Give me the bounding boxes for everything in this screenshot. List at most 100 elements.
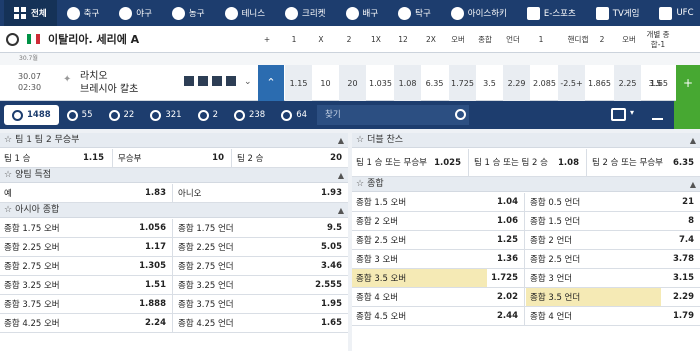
bet-slip-button[interactable] bbox=[674, 101, 700, 129]
list-icon[interactable] bbox=[198, 76, 208, 86]
section-header[interactable]: ☆ 양팀 득점 ▲ bbox=[0, 168, 348, 183]
collapse-icon[interactable]: ▲ bbox=[690, 177, 696, 192]
market-label[interactable]: 종합 0.5 언더 bbox=[526, 193, 661, 211]
fixture-teams[interactable]: 라치오 브레시아 칼초 bbox=[80, 70, 138, 96]
collapse-button[interactable]: ⌃ bbox=[258, 65, 284, 101]
field-icon[interactable] bbox=[212, 76, 222, 86]
odds-value[interactable]: 9.5 bbox=[309, 219, 348, 237]
odds-value[interactable]: 2.29 bbox=[661, 288, 700, 306]
market-label[interactable]: 종합 3.5 언더 bbox=[526, 288, 661, 306]
market-label[interactable]: 종합 3.25 오버 bbox=[0, 276, 135, 294]
sport-tab-5[interactable]: 크리켓 bbox=[275, 0, 335, 26]
market-filter-5[interactable]: 238 bbox=[226, 109, 273, 121]
odds-value[interactable]: 1.305 bbox=[135, 257, 172, 275]
pin-panel-icon[interactable] bbox=[652, 109, 663, 120]
market-label[interactable]: 종합 3 오버 bbox=[352, 250, 487, 268]
market-label[interactable]: 종합 1.75 언더 bbox=[174, 219, 309, 237]
star-icon[interactable]: ☆ bbox=[356, 135, 364, 145]
market-label[interactable]: 팀 1 승 bbox=[0, 149, 80, 167]
odds-cell[interactable]: -2.5+ bbox=[558, 65, 585, 101]
market-label[interactable]: 종합 4.5 오버 bbox=[352, 307, 487, 325]
market-label[interactable]: 팀 1 승 또는 무승부 bbox=[352, 149, 432, 176]
market-label[interactable]: 종합 2.25 오버 bbox=[0, 238, 135, 256]
odds-value[interactable]: 20 bbox=[315, 149, 348, 167]
market-label[interactable]: 종합 4 언더 bbox=[526, 307, 661, 325]
odds-value[interactable]: 2.24 bbox=[135, 314, 172, 332]
collapse-icon[interactable]: ▲ bbox=[690, 133, 696, 148]
odds-value[interactable]: 1.04 bbox=[487, 193, 524, 211]
collapse-icon[interactable]: ▲ bbox=[338, 203, 344, 218]
sport-tab-1[interactable]: 축구 bbox=[57, 0, 110, 26]
sport-tab-9[interactable]: E-스포츠 bbox=[517, 0, 586, 26]
pin-icon[interactable]: ✦ bbox=[63, 74, 71, 85]
market-label[interactable]: 팀 2 승 또는 무승부 bbox=[588, 149, 668, 176]
odds-value[interactable]: 3.78 bbox=[661, 250, 700, 268]
market-label[interactable]: 종합 3 언더 bbox=[526, 269, 661, 287]
sport-tab-6[interactable]: 배구 bbox=[336, 0, 389, 26]
odds-value[interactable]: 2.02 bbox=[487, 288, 524, 306]
market-filter-3[interactable]: 321 bbox=[142, 109, 189, 121]
league-title[interactable]: 이탈리아. 세리에 A bbox=[48, 31, 139, 47]
odds-value[interactable]: 7.4 bbox=[661, 231, 700, 249]
market-label[interactable]: 아니오 bbox=[174, 184, 309, 202]
market-label[interactable]: 종합 2.75 오버 bbox=[0, 257, 135, 275]
odds-cell[interactable]: 3.5 bbox=[476, 65, 503, 101]
market-label[interactable]: 팀 1 승 또는 팀 2 승 bbox=[470, 149, 550, 176]
market-label[interactable]: 종합 2.75 언더 bbox=[174, 257, 309, 275]
odds-value[interactable]: 8 bbox=[661, 212, 700, 230]
market-label[interactable]: 종합 2 오버 bbox=[352, 212, 487, 230]
odds-value[interactable]: 10 bbox=[204, 149, 230, 167]
more-markets-button[interactable]: + bbox=[676, 65, 700, 101]
odds-value[interactable]: 1.95 bbox=[309, 295, 348, 313]
odds-cell[interactable]: 1.65 bbox=[644, 65, 674, 101]
odds-value[interactable]: 1.15 bbox=[80, 149, 110, 167]
odds-value[interactable]: 1.79 bbox=[661, 307, 700, 325]
sport-tab-0[interactable]: 전체 bbox=[4, 0, 57, 26]
market-label[interactable]: 종합 4 오버 bbox=[352, 288, 487, 306]
market-filter-1[interactable]: 55 bbox=[59, 109, 101, 121]
market-filter-0[interactable]: 1488 bbox=[4, 105, 59, 125]
odds-value[interactable]: 5.05 bbox=[309, 238, 348, 256]
market-label[interactable]: 종합 3.25 언더 bbox=[174, 276, 309, 294]
star-icon[interactable]: ☆ bbox=[4, 135, 12, 145]
odds-value[interactable]: 3.15 bbox=[661, 269, 700, 287]
odds-cell[interactable]: 1.725 bbox=[449, 65, 476, 101]
odds-cell[interactable]: 10 bbox=[312, 65, 339, 101]
market-filter-2[interactable]: 22 bbox=[101, 109, 143, 121]
sport-tab-8[interactable]: 아이스하키 bbox=[441, 0, 517, 26]
odds-value[interactable]: 1.08 bbox=[550, 149, 585, 176]
market-label[interactable]: 종합 2.25 언더 bbox=[174, 238, 309, 256]
odds-value[interactable]: 2.44 bbox=[487, 307, 524, 325]
odds-value[interactable]: 1.888 bbox=[135, 295, 172, 313]
odds-value[interactable]: 1.93 bbox=[309, 184, 348, 202]
market-label[interactable]: 종합 1.75 오버 bbox=[0, 219, 135, 237]
collapse-icon[interactable]: ▲ bbox=[338, 168, 344, 183]
market-label[interactable]: 종합 4.25 오버 bbox=[0, 314, 135, 332]
star-icon[interactable]: ☆ bbox=[4, 205, 12, 215]
odds-cell[interactable]: 2.085 bbox=[531, 65, 558, 101]
market-label[interactable]: 종합 3.5 오버 bbox=[352, 269, 487, 287]
search-input[interactable]: 찾기 bbox=[317, 105, 469, 125]
sport-tab-7[interactable]: 탁구 bbox=[388, 0, 441, 26]
market-label[interactable]: 종합 2.5 언더 bbox=[526, 250, 661, 268]
fixture-row[interactable]: 30.07 02:30 ✦ 라치오 브레시아 칼초 ⌄ ⌃ + 1.15 10 20… bbox=[0, 65, 700, 101]
market-label[interactable]: 종합 3.75 언더 bbox=[174, 295, 309, 313]
view-mode-icon[interactable] bbox=[611, 108, 626, 121]
market-label[interactable]: 예 bbox=[0, 184, 135, 202]
odds-value[interactable]: 1.056 bbox=[135, 219, 172, 237]
stats-icon[interactable] bbox=[184, 76, 194, 86]
search-icon[interactable] bbox=[455, 109, 466, 120]
odds-value[interactable]: 2.555 bbox=[309, 276, 348, 294]
odds-value[interactable]: 21 bbox=[661, 193, 700, 211]
sport-tab-11[interactable]: UFC bbox=[649, 0, 700, 26]
odds-value[interactable]: 1.83 bbox=[135, 184, 172, 202]
market-label[interactable]: 팀 2 승 bbox=[233, 149, 315, 167]
odds-cell[interactable]: 20 bbox=[339, 65, 366, 101]
odds-value[interactable]: 1.65 bbox=[309, 314, 348, 332]
collapse-icon[interactable]: ▲ bbox=[338, 133, 344, 148]
section-header[interactable]: ☆ 더블 찬스 ▲ bbox=[352, 133, 700, 148]
star-icon[interactable]: ☆ bbox=[356, 179, 364, 189]
odds-value[interactable]: 1.025 bbox=[432, 149, 467, 176]
odds-value[interactable]: 1.25 bbox=[487, 231, 524, 249]
section-header[interactable]: ☆ 종합 ▲ bbox=[352, 177, 700, 192]
